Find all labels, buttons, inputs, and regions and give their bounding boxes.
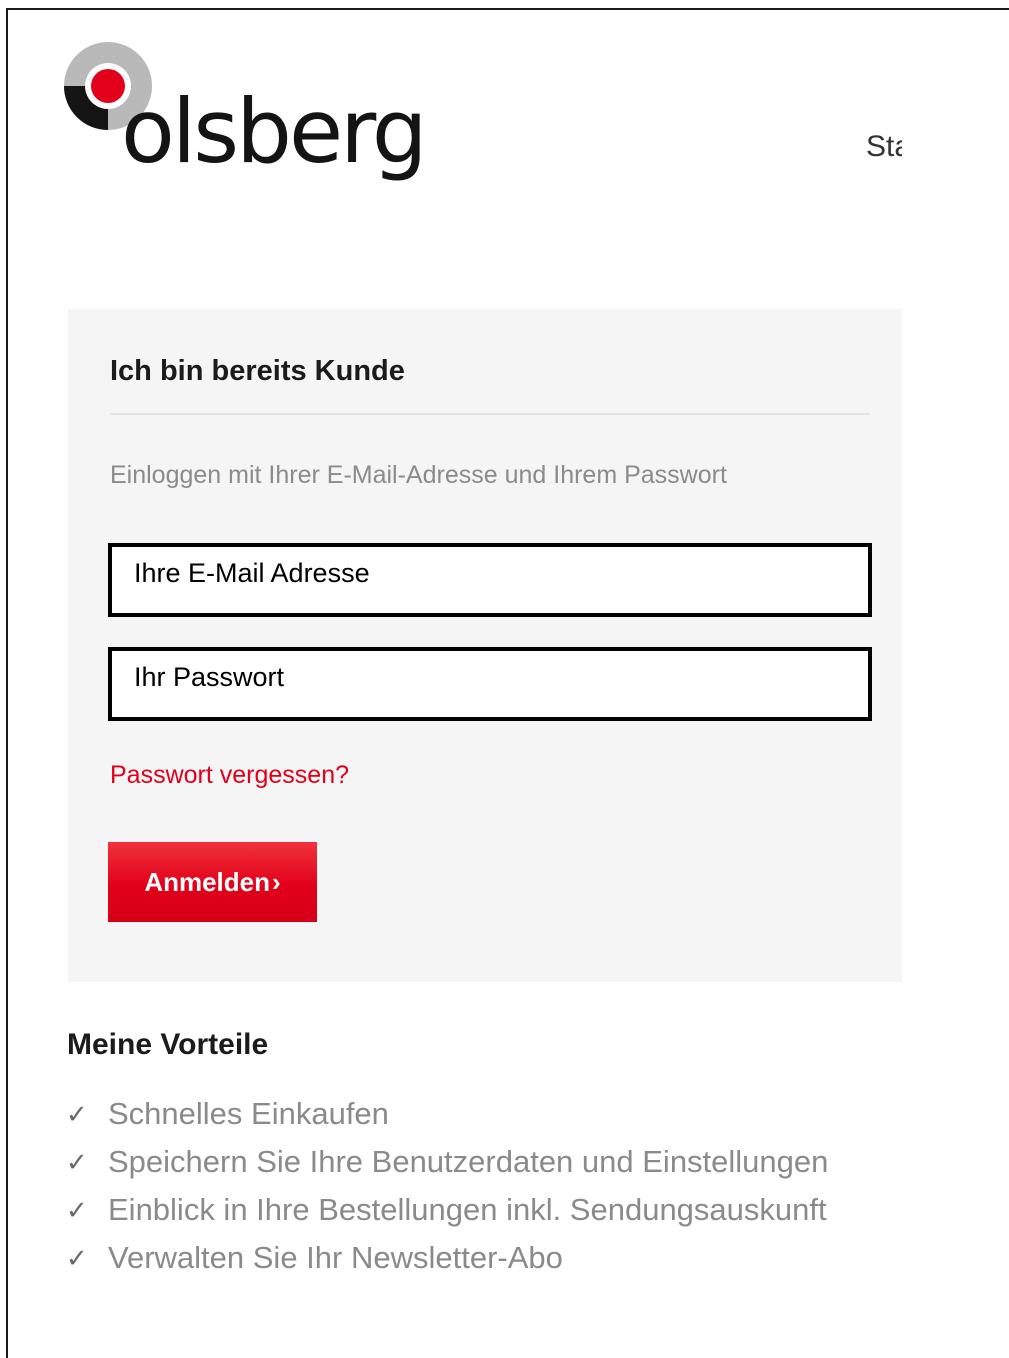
- benefit-text: Speichern Sie Ihre Benutzerdaten und Ein…: [108, 1144, 829, 1179]
- checkmark-icon: ✓: [66, 1146, 88, 1177]
- benefits-list: ✓ Schnelles Einkaufen ✓ Speichern Sie Ih…: [66, 1090, 828, 1282]
- email-field[interactable]: Ihre E-Mail Adresse: [108, 543, 872, 617]
- login-panel: Ich bin bereits Kunde Einloggen mit Ihre…: [68, 309, 902, 982]
- benefit-item: ✓ Verwalten Sie Ihr Newsletter-Abo: [66, 1234, 828, 1282]
- login-subtitle: Einloggen mit Ihrer E-Mail-Adresse und I…: [110, 461, 727, 489]
- olsberg-logo[interactable]: olsberg: [62, 40, 472, 190]
- benefit-item: ✓ Schnelles Einkaufen: [66, 1090, 828, 1138]
- benefit-text: Verwalten Sie Ihr Newsletter-Abo: [108, 1240, 563, 1275]
- benefit-item: ✓ Speichern Sie Ihre Benutzerdaten und E…: [66, 1138, 828, 1186]
- checkmark-icon: ✓: [66, 1194, 88, 1225]
- login-button-label: Anmelden: [144, 866, 270, 897]
- checkmark-icon: ✓: [66, 1098, 88, 1129]
- login-button[interactable]: Anmelden ›: [108, 842, 317, 922]
- password-field[interactable]: Ihr Passwort: [108, 647, 872, 721]
- benefit-item: ✓ Einblick in Ihre Bestellungen inkl. Se…: [66, 1186, 828, 1234]
- checkmark-icon: ✓: [66, 1242, 88, 1273]
- forgot-password-link[interactable]: Passwort vergessen?: [110, 761, 349, 790]
- benefits-title: Meine Vorteile: [67, 1028, 269, 1061]
- chevron-right-icon: ›: [272, 866, 281, 897]
- logo-wordmark: olsberg: [121, 80, 428, 183]
- benefit-text: Einblick in Ihre Bestellungen inkl. Send…: [108, 1192, 827, 1227]
- header-nav-item[interactable]: Sta: [866, 130, 902, 164]
- login-divider: [110, 413, 870, 415]
- benefit-text: Schnelles Einkaufen: [108, 1096, 389, 1131]
- login-title: Ich bin bereits Kunde: [110, 355, 405, 387]
